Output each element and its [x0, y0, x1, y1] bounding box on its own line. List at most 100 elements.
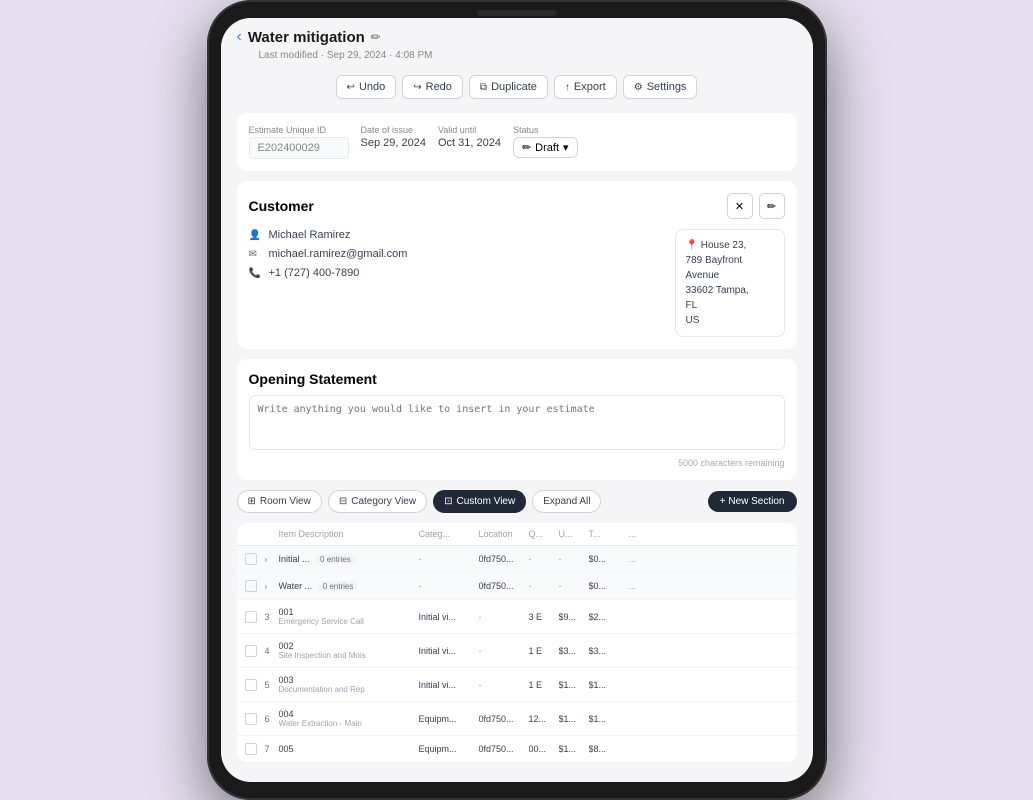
category-view-icon: ⊟ [339, 496, 347, 507]
th-num [265, 529, 279, 539]
customer-name: Michael Ramirez [269, 229, 351, 241]
section-label: Water ... [279, 581, 313, 591]
date-group: Date of issue Sep 29, 2024 [361, 125, 426, 159]
row-unit: - [559, 581, 589, 591]
date-value: Sep 29, 2024 [361, 137, 426, 149]
th-more: ... [629, 529, 649, 539]
settings-button[interactable]: ⚙ Settings [623, 75, 698, 99]
row-description: Water ... 0 entries [279, 581, 419, 591]
row-category: - [419, 554, 479, 564]
expand-all-button[interactable]: Expand All [532, 490, 601, 513]
row-qty: - [529, 554, 559, 564]
custom-view-button[interactable]: ⊡ Custom View [433, 490, 526, 513]
row-num: 5 [265, 680, 279, 690]
back-button[interactable]: ‹ [237, 28, 242, 46]
row-unit: $9... [559, 612, 589, 622]
row-qty: 1 E [529, 646, 559, 656]
view-toggle-row: ⊞ Room View ⊟ Category View ⊡ Custom Vie… [237, 490, 797, 513]
row-location: 0fd750... [479, 581, 529, 591]
card-actions: ✕ ✏ [727, 193, 785, 219]
items-table: Item Description Categ... Location Q... … [237, 523, 797, 762]
row-checkbox[interactable] [245, 645, 265, 657]
row-num: 7 [265, 744, 279, 754]
phone-icon: 📞 [249, 268, 263, 279]
row-description: 001 Emergency Service Call [279, 607, 419, 626]
edit-customer-button[interactable]: ✏ [759, 193, 785, 219]
valid-value: Oct 31, 2024 [438, 137, 501, 149]
row-checkbox[interactable] [245, 743, 265, 755]
redo-button[interactable]: ↪ Redo [402, 75, 463, 99]
page-title: Water mitigation [248, 29, 365, 46]
row-total: $1... [589, 714, 629, 724]
new-section-button[interactable]: + New Section [708, 491, 797, 512]
row-description: 005 [279, 744, 419, 754]
row-more[interactable]: ... [629, 581, 649, 591]
row-location: - [479, 680, 529, 690]
row-more[interactable]: ... [629, 554, 649, 564]
tablet-notch [477, 10, 557, 16]
room-view-icon: ⊞ [248, 496, 256, 507]
row-unit: $1... [559, 714, 589, 724]
top-bar: ‹ Water mitigation ✏ Last modified · Sep… [221, 18, 813, 105]
row-category: Initial vi... [419, 646, 479, 656]
undo-button[interactable]: ↩ Undo [336, 75, 397, 99]
estimate-id-input[interactable]: E202400029 [249, 137, 349, 159]
row-checkbox[interactable] [245, 713, 265, 725]
row-checkbox[interactable] [245, 611, 265, 623]
category-view-button[interactable]: ⊟ Category View [328, 490, 427, 513]
char-count: 5000 characters remaining [249, 458, 785, 468]
opening-statement-textarea[interactable] [249, 395, 785, 450]
th-unit: U... [559, 529, 589, 539]
row-location: - [479, 612, 529, 622]
row-total: $1... [589, 680, 629, 690]
row-checkbox[interactable] [245, 580, 265, 592]
th-category: Categ... [419, 529, 479, 539]
duplicate-button[interactable]: ⧉ Duplicate [469, 75, 548, 99]
row-checkbox[interactable] [245, 553, 265, 565]
export-button[interactable]: ↑ Export [554, 75, 617, 99]
status-pill[interactable]: ✏ Draft ▾ [513, 137, 578, 158]
row-total: $0... [589, 554, 629, 564]
th-location: Location [479, 529, 529, 539]
person-icon: 👤 [249, 230, 263, 241]
row-checkbox[interactable] [245, 679, 265, 691]
row-description: 004 Water Extraction - Main [279, 709, 419, 728]
email-icon: ✉ [249, 249, 263, 260]
row-expand[interactable]: › [265, 582, 279, 591]
valid-group: Valid until Oct 31, 2024 [438, 125, 501, 159]
row-location: 0fd750... [479, 554, 529, 564]
row-total: $0... [589, 581, 629, 591]
row-qty: 1 E [529, 680, 559, 690]
row-category: Initial vi... [419, 612, 479, 622]
row-qty: 3 E [529, 612, 559, 622]
estimate-id-group: Estimate Unique ID E202400029 [249, 125, 349, 159]
row-expand[interactable]: › [265, 555, 279, 564]
customer-phone-row: 📞 +1 (727) 400-7890 [249, 267, 659, 279]
row-description: 003 Documentation and Rep [279, 675, 419, 694]
customer-phone: +1 (727) 400-7890 [269, 267, 360, 279]
row-qty: 12... [529, 714, 559, 724]
remove-customer-button[interactable]: ✕ [727, 193, 753, 219]
address-icon: 📍 [686, 240, 698, 251]
th-total: T... [589, 529, 629, 539]
table-row: › Water ... 0 entries - 0fd750... - - $0… [237, 573, 797, 600]
table-row: 5 003 Documentation and Rep Initial vi..… [237, 668, 797, 702]
customer-title: Customer [249, 198, 314, 214]
table-row: 3 001 Emergency Service Call Initial vi.… [237, 600, 797, 634]
content-area: Estimate Unique ID E202400029 Date of is… [221, 105, 813, 782]
row-category: Initial vi... [419, 680, 479, 690]
row-total: $3... [589, 646, 629, 656]
room-view-button[interactable]: ⊞ Room View [237, 490, 322, 513]
edit-title-icon[interactable]: ✏ [371, 30, 381, 44]
status-label: Status [513, 125, 578, 135]
customer-card-header: Customer ✕ ✏ [249, 193, 785, 219]
row-unit: $1... [559, 744, 589, 754]
row-description: 002 Site Inspection and Mois [279, 641, 419, 660]
customer-left: 👤 Michael Ramirez ✉ michael.ramirez@gmai… [249, 229, 659, 337]
toolbar: ↩ Undo ↪ Redo ⧉ Duplicate ↑ Export ⚙ S [237, 69, 797, 105]
pencil-icon: ✏ [522, 141, 531, 154]
valid-label: Valid until [438, 125, 501, 135]
th-checkbox [245, 529, 265, 539]
th-qty: Q... [529, 529, 559, 539]
row-category: Equipm... [419, 744, 479, 754]
